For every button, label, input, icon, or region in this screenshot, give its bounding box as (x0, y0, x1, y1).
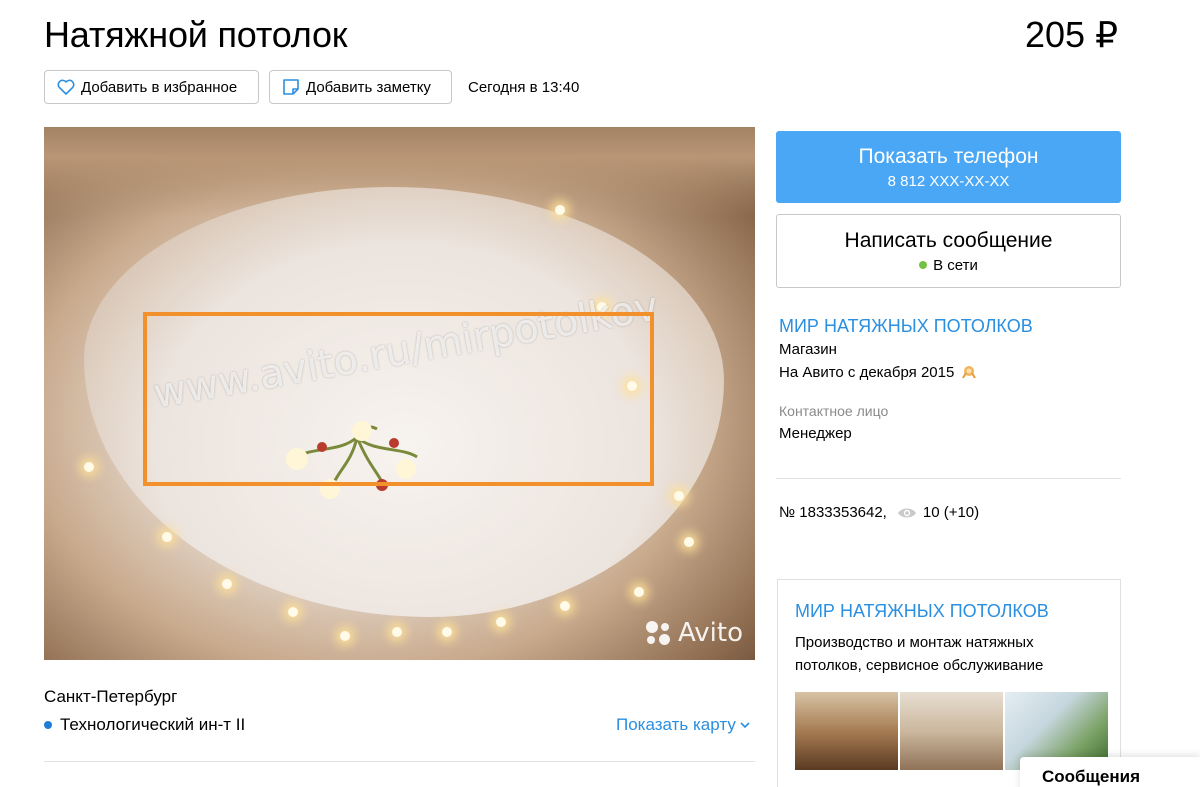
ad-number: № 1833353642, (779, 504, 887, 521)
shop-card[interactable]: МИР НАТЯЖНЫХ ПОТОЛКОВ Производство и мон… (777, 579, 1121, 787)
avito-wordmark: Avito (678, 618, 743, 648)
ceiling-spotlight (288, 607, 298, 617)
ad-meta: № 1833353642, 10 (+10) (779, 504, 979, 521)
shop-thumbnail[interactable] (900, 692, 1003, 770)
shop-name-link[interactable]: МИР НАТЯЖНЫХ ПОТОЛКОВ (795, 601, 1049, 622)
ceiling-spotlight (84, 462, 94, 472)
seller-since-label: На Авито с декабря 2015 (779, 363, 955, 381)
note-icon (283, 79, 299, 95)
location-city: Санкт-Петербург (44, 687, 178, 706)
chevron-down-icon (740, 722, 750, 729)
show-phone-label: Показать телефон (858, 144, 1039, 168)
eye-icon (897, 508, 916, 517)
seller-type: Магазин (779, 341, 837, 358)
listing-title: Натяжной потолок (44, 14, 348, 55)
avito-watermark: Avito (644, 618, 743, 648)
highlight-box (143, 312, 654, 486)
ceiling-spotlight (684, 537, 694, 547)
add-to-favorites-button[interactable]: Добавить в избранное (44, 70, 259, 104)
metro-station: Технологический ин-т II (60, 715, 246, 734)
online-status: В сети (919, 257, 978, 274)
contact-person-label: Контактное лицо (779, 403, 889, 419)
show-phone-button[interactable]: Показать телефон 8 812 XXX-XX-XX (776, 131, 1121, 203)
seller-since: На Авито с декабря 2015 (779, 363, 978, 381)
ceiling-spotlight (442, 627, 452, 637)
ceiling-spotlight (555, 205, 565, 215)
divider (776, 478, 1121, 479)
add-note-label: Добавить заметку (306, 78, 431, 96)
online-status-label: В сети (933, 256, 978, 274)
online-dot-icon (919, 261, 928, 269)
shop-description: Производство и монтаж натяжных потолков,… (795, 634, 1044, 674)
listing-price: 205 ₽ (1025, 14, 1118, 55)
view-count: 10 (+10) (922, 504, 980, 521)
listing-photo[interactable]: www.avito.ru/mirpotolkov Avito (44, 127, 755, 660)
ceiling-spotlight (634, 587, 644, 597)
ceiling-spotlight (340, 631, 350, 641)
metro-line-dot-icon (44, 721, 52, 729)
ceiling-spotlight (560, 601, 570, 611)
masked-phone-number: 8 812 XXX-XX-XX (887, 172, 1010, 190)
add-to-favorites-label: Добавить в избранное (81, 78, 238, 96)
avito-logo-icon (644, 619, 672, 647)
listing-date: Сегодня в 13:40 (468, 79, 580, 96)
write-message-button[interactable]: Написать сообщение В сети (776, 214, 1121, 288)
location-metro: Технологический ин-т II (44, 715, 245, 735)
show-map-link[interactable]: Показать карту (616, 715, 751, 735)
write-message-label: Написать сообщение (844, 228, 1053, 252)
ceiling-spotlight (222, 579, 232, 589)
add-note-button[interactable]: Добавить заметку (269, 70, 452, 104)
ceiling-spotlight (496, 617, 506, 627)
badge-icon (962, 366, 977, 379)
messages-tab[interactable]: Сообщения (1020, 757, 1200, 787)
seller-name-link[interactable]: МИР НАТЯЖНЫХ ПОТОЛКОВ (779, 316, 1033, 337)
ceiling-spotlight (162, 532, 172, 542)
divider (44, 761, 755, 762)
ceiling-spotlight (392, 627, 402, 637)
heart-icon (57, 79, 75, 95)
contact-person-name: Менеджер (779, 425, 852, 442)
show-map-label: Показать карту (616, 715, 736, 734)
ceiling-spotlight (674, 491, 684, 501)
shop-thumbnail[interactable] (795, 692, 898, 770)
